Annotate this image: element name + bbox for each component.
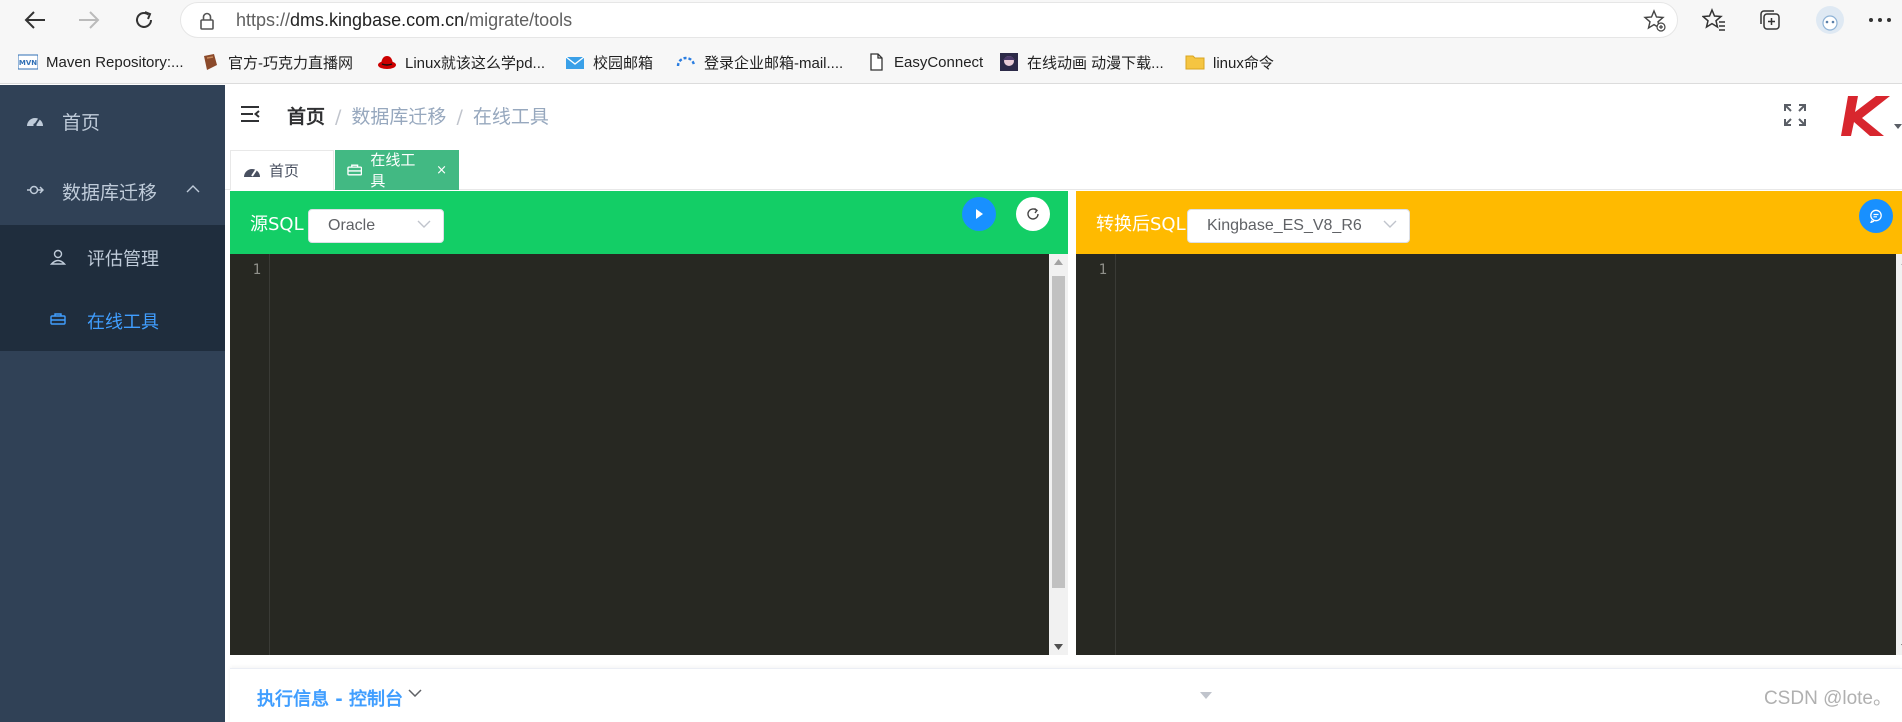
sidebar-item-db-migrate[interactable]: 数据库迁移: [0, 155, 225, 225]
browser-toolbar: https://dms.kingbase.com.cn/migrate/tool…: [0, 0, 1902, 40]
toolbox-icon: [347, 164, 363, 176]
bookmark-linux-cmd[interactable]: linux命令: [1185, 50, 1274, 74]
chevron-up-icon: [186, 185, 200, 193]
tag-close-icon[interactable]: ×: [436, 163, 447, 178]
toolbox-icon: [50, 313, 66, 325]
maven-icon: MVN: [18, 54, 38, 70]
play-icon: [976, 209, 983, 219]
dashboard-icon: [244, 168, 260, 177]
sidebar-item-online-tools[interactable]: 在线工具: [0, 288, 225, 351]
breadcrumb-separator: /: [335, 106, 342, 128]
breadcrumb-online-tools: 在线工具: [472, 106, 549, 128]
breadcrumb: 首页 / 数据库迁移 / 在线工具: [287, 102, 549, 129]
target-sql-header: 转换后SQL Kingbase_ES_V8_R6: [1076, 191, 1902, 254]
bookmark-linux-book[interactable]: Linux就该这么学pd...: [377, 50, 545, 74]
target-db-select[interactable]: Kingbase_ES_V8_R6: [1187, 209, 1410, 243]
user-icon: [50, 249, 66, 265]
bookmarks-bar: MVN Maven Repository:... 官方-巧克力直播网 Linux…: [0, 40, 1902, 84]
chevron-down-icon[interactable]: [408, 689, 422, 697]
back-button[interactable]: [20, 5, 50, 35]
submenu-db-migrate: 评估管理 在线工具: [0, 225, 225, 351]
run-convert-button[interactable]: [962, 197, 996, 231]
scroll-down-icon[interactable]: [1054, 644, 1063, 650]
chat-icon: [1870, 209, 1882, 223]
collections-button[interactable]: [1756, 6, 1784, 34]
top-navbar: 首页 / 数据库迁移 / 在线工具: [225, 85, 1902, 145]
breadcrumb-separator: /: [456, 106, 463, 128]
fullscreen-icon[interactable]: [1783, 103, 1807, 127]
tags-view: 首页 在线工具 ×: [225, 145, 1902, 190]
bookmark-easyconnect[interactable]: EasyConnect: [866, 50, 983, 74]
back-arrow-icon: [24, 11, 45, 29]
comment-button[interactable]: [1859, 199, 1893, 233]
migrate-icon: [27, 185, 44, 195]
source-db-select[interactable]: Oracle: [308, 209, 444, 243]
refresh-button[interactable]: [1016, 197, 1050, 231]
sidebar: 首页 数据库迁移 评估管理 在线工具: [0, 85, 225, 722]
panel-divider: [1068, 254, 1076, 655]
chocolate-icon: [204, 54, 217, 70]
breadcrumb-db-migrate: 数据库迁移: [351, 106, 447, 128]
cloud-mail-icon: [676, 56, 696, 67]
favorites-button[interactable]: [1700, 6, 1728, 34]
target-sql-editor[interactable]: 1: [1076, 254, 1902, 655]
user-avatar-dropdown[interactable]: [1836, 90, 1902, 146]
bookmark-corp-mail[interactable]: 登录企业邮箱-mail....: [676, 50, 843, 74]
bookmark-maven[interactable]: MVN Maven Repository:...: [18, 50, 184, 74]
scrollbar[interactable]: [1896, 254, 1902, 655]
chevron-down-icon: [417, 220, 431, 228]
line-number: 1: [1098, 262, 1107, 278]
reload-button[interactable]: [129, 5, 159, 35]
more-menu-button[interactable]: [1866, 6, 1894, 34]
dashboard-icon: [27, 118, 43, 127]
scroll-up-icon[interactable]: [1054, 259, 1063, 265]
forward-button[interactable]: [74, 5, 104, 35]
caret-down-icon[interactable]: [1200, 692, 1212, 699]
favorites-icon: [1702, 8, 1725, 31]
line-gutter: 1: [230, 254, 270, 655]
chevron-down-icon: [1383, 220, 1397, 228]
forward-arrow-icon: [79, 11, 100, 29]
refresh-icon: [1027, 207, 1039, 220]
console-title[interactable]: 执行信息 - 控制台: [257, 685, 403, 711]
url-text: https://dms.kingbase.com.cn/migrate/tool…: [236, 10, 573, 30]
folder-icon: [1185, 55, 1205, 70]
bookmark-campus-mail[interactable]: 校园邮箱: [565, 50, 653, 74]
breadcrumb-home[interactable]: 首页: [287, 106, 325, 128]
add-favorite-icon[interactable]: [1643, 9, 1667, 33]
anime-icon: [1000, 53, 1018, 71]
svg-text:MVN: MVN: [19, 59, 37, 67]
sidebar-item-assessment[interactable]: 评估管理: [0, 225, 225, 288]
tag-home[interactable]: 首页: [230, 150, 334, 190]
console-panel: 执行信息 - 控制台 CSDN @lote。: [230, 668, 1902, 722]
line-gutter: 1: [1076, 254, 1116, 655]
collections-icon: [1760, 10, 1780, 30]
watermark: CSDN @lote。: [1763, 688, 1892, 709]
line-number: 1: [252, 262, 261, 278]
scrollbar-thumb[interactable]: [1052, 276, 1065, 588]
source-sql-label: 源SQL: [250, 214, 304, 235]
more-dots-icon: [1869, 18, 1891, 22]
kingbase-logo-icon: [1841, 96, 1902, 136]
reload-icon: [136, 11, 152, 28]
address-bar[interactable]: https://dms.kingbase.com.cn/migrate/tool…: [180, 2, 1678, 38]
page-icon: [870, 53, 883, 71]
bookmark-chocolate[interactable]: 官方-巧克力直播网: [200, 50, 353, 74]
redhat-icon: [378, 56, 396, 69]
profile-avatar[interactable]: [1814, 4, 1846, 36]
tag-online-tools[interactable]: 在线工具 ×: [335, 150, 459, 190]
bookmark-anime[interactable]: 在线动画 动漫下载...: [999, 50, 1164, 74]
scrollbar[interactable]: [1049, 254, 1068, 655]
source-sql-header: 源SQL Oracle: [230, 191, 1068, 254]
target-sql-label: 转换后SQL: [1096, 214, 1186, 235]
lock-icon: [200, 12, 214, 30]
source-sql-editor[interactable]: 1: [230, 254, 1068, 655]
mail-icon: [565, 56, 585, 69]
sidebar-item-home[interactable]: 首页: [0, 85, 225, 155]
avatar-icon: [1816, 6, 1844, 34]
hamburger-toggle-icon[interactable]: [240, 105, 260, 123]
